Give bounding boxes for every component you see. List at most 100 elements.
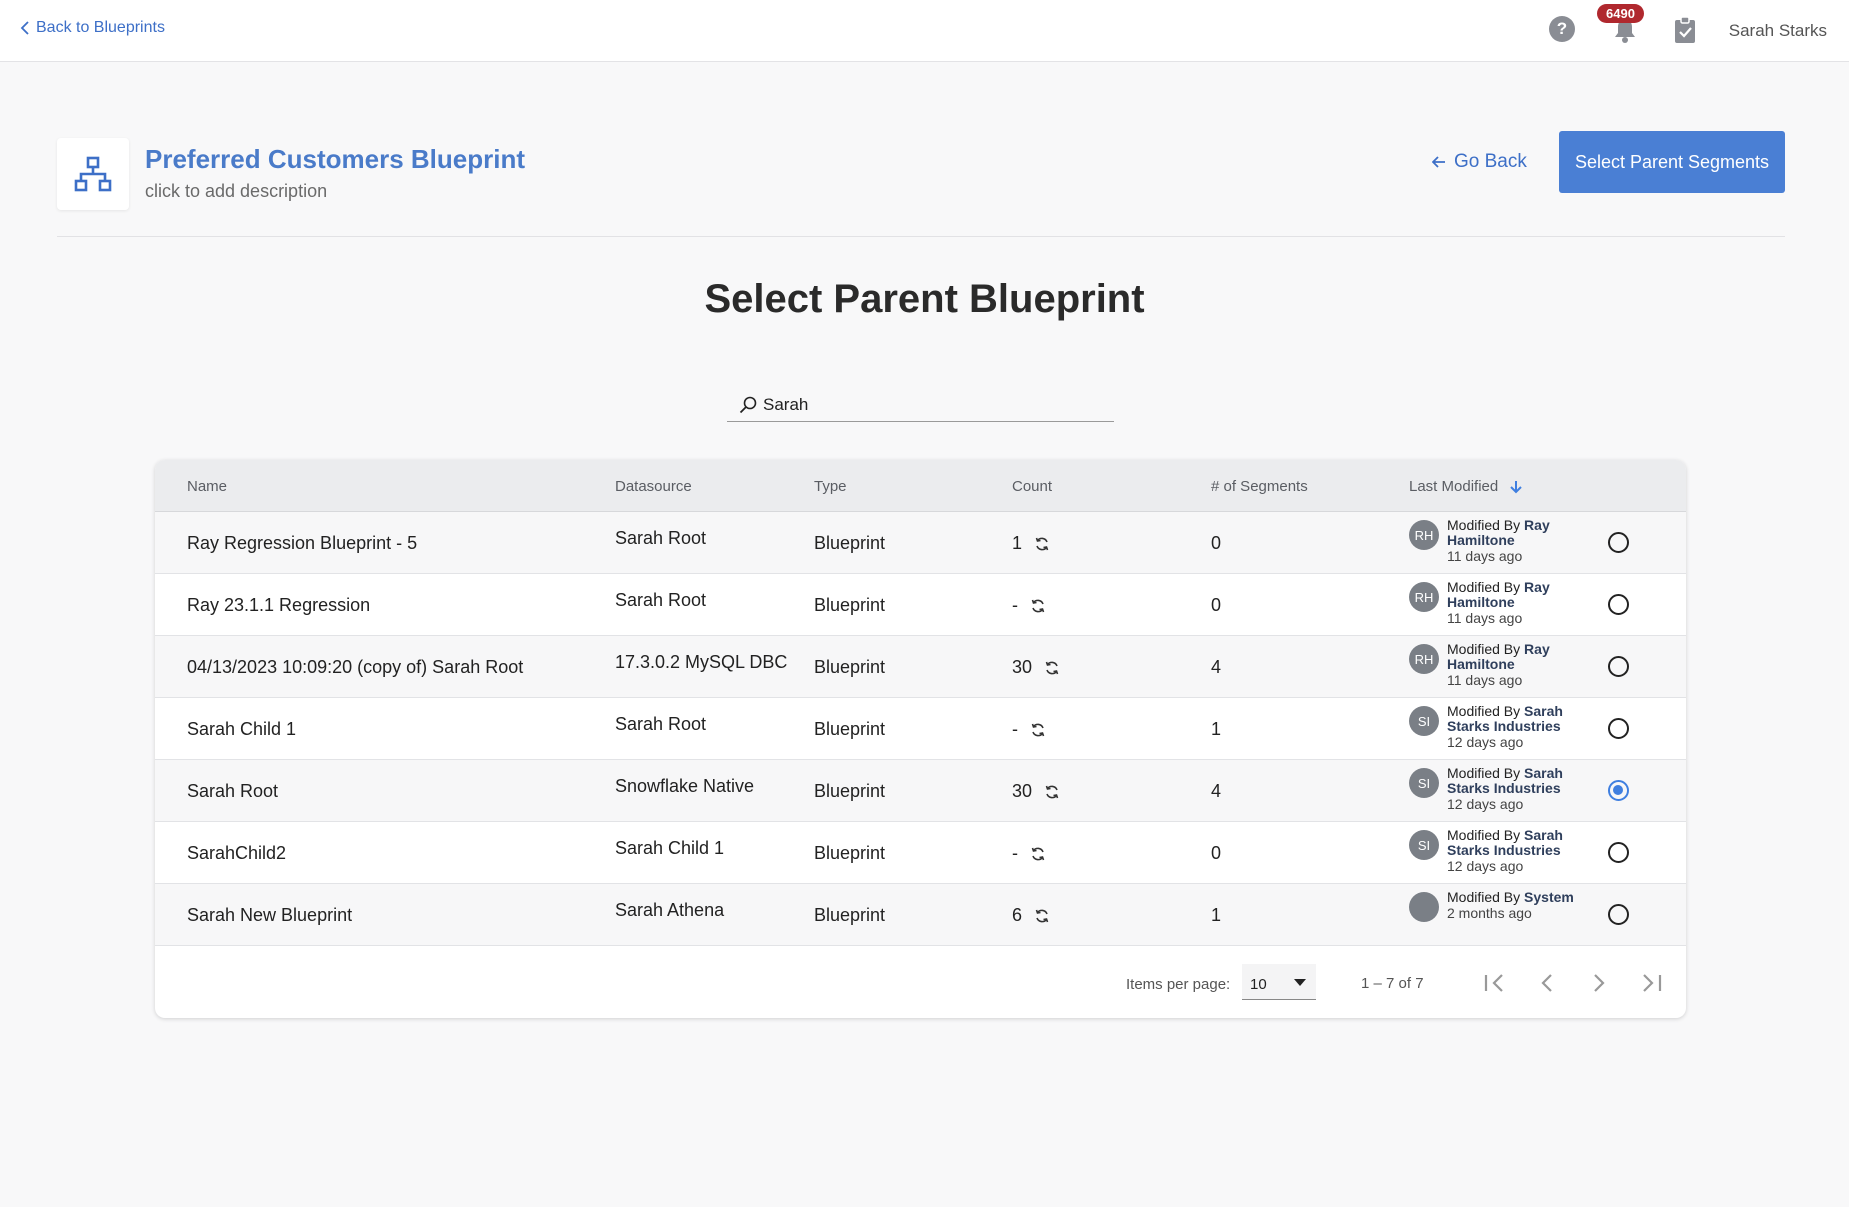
column-header-datasource[interactable]: Datasource <box>615 478 692 495</box>
table-row[interactable]: Sarah Child 1 Sarah Root Blueprint - 1 SI Modi… <box>155 698 1686 760</box>
avatar: RH <box>1409 520 1439 550</box>
header-divider <box>57 236 1785 237</box>
items-per-page-select[interactable]: 10 <box>1242 964 1316 1000</box>
cell-count: 30 <box>1012 657 1060 678</box>
count-value: 1 <box>1012 533 1023 553</box>
modified-time: 12 days ago <box>1447 858 1524 874</box>
items-per-page-value: 10 <box>1250 976 1267 993</box>
column-header-type[interactable]: Type <box>814 478 847 495</box>
refresh-icon[interactable] <box>1034 908 1050 924</box>
cell-last-modified: SI Modified By Sarah Starks Industries 12 … <box>1409 704 1597 750</box>
modified-by-prefix: Modified By <box>1447 889 1525 905</box>
go-back-link[interactable]: Go Back <box>1432 151 1527 173</box>
blueprint-description[interactable]: click to add description <box>145 181 327 202</box>
next-page-icon[interactable] <box>1586 970 1612 996</box>
blueprint-title[interactable]: Preferred Customers Blueprint <box>145 144 525 175</box>
cell-name: Sarah Root <box>187 781 279 801</box>
modified-by-text: Modified By Sarah Starks Industries <box>1447 766 1597 796</box>
cell-segments: 1 <box>1211 905 1222 925</box>
column-header-count[interactable]: Count <box>1012 478 1052 495</box>
refresh-icon[interactable] <box>1044 660 1060 676</box>
modified-by-text: Modified By Sarah Starks Industries <box>1447 704 1597 734</box>
row-select-radio[interactable] <box>1608 656 1629 677</box>
modified-by-user: System <box>1524 889 1574 905</box>
table-row[interactable]: 04/13/2023 10:09:20 (copy of) Sarah Root… <box>155 636 1686 698</box>
cell-datasource: Sarah Root <box>615 590 707 610</box>
help-icon[interactable]: ? <box>1549 16 1575 42</box>
last-page-icon[interactable] <box>1638 970 1664 996</box>
modified-time: 12 days ago <box>1447 796 1524 812</box>
row-select-radio[interactable] <box>1608 532 1629 553</box>
modified-by-text: Modified By Ray Hamiltone <box>1447 518 1597 548</box>
cell-name: Sarah New Blueprint <box>187 905 353 925</box>
cell-last-modified: RH Modified By Ray Hamiltone 11 days ago <box>1409 580 1597 626</box>
count-value: 30 <box>1012 781 1033 801</box>
modified-time: 11 days ago <box>1447 548 1523 564</box>
table-row[interactable]: Ray Regression Blueprint - 5 Sarah Root Bl… <box>155 512 1686 574</box>
caret-down-icon <box>1294 979 1306 986</box>
modified-by-prefix: Modified By <box>1447 517 1525 533</box>
count-value: - <box>1012 595 1018 615</box>
table-row[interactable]: Sarah New Blueprint Sarah Athena Blueprint… <box>155 884 1686 946</box>
last-modified-label: Last Modified <box>1409 478 1499 495</box>
cell-name: Ray Regression Blueprint - 5 <box>187 533 418 553</box>
row-select-radio[interactable] <box>1608 718 1629 739</box>
cell-type: Blueprint <box>814 533 886 553</box>
cell-name: 04/13/2023 10:09:20 (copy of) Sarah Root <box>187 657 524 677</box>
cell-segments: 4 <box>1211 657 1222 677</box>
modified-by-text: Modified By System <box>1447 890 1597 905</box>
search-field[interactable] <box>727 388 1114 422</box>
back-to-blueprints-link[interactable]: Back to Blueprints <box>20 19 165 37</box>
cell-count: - <box>1012 843 1046 864</box>
items-per-page-label: Items per page: <box>1126 976 1231 993</box>
column-header-last-modified[interactable]: Last Modified <box>1409 478 1523 495</box>
column-header-name[interactable]: Name <box>187 478 227 495</box>
user-menu[interactable]: Sarah Starks <box>1729 21 1827 41</box>
refresh-icon[interactable] <box>1034 536 1050 552</box>
avatar <box>1409 892 1439 922</box>
back-link-label: Back to Blueprints <box>36 19 165 36</box>
blueprint-icon-box <box>57 138 129 210</box>
hierarchy-icon <box>74 156 112 192</box>
cell-segments: 4 <box>1211 781 1222 801</box>
search-input[interactable] <box>763 394 1103 415</box>
cell-name: Ray 23.1.1 Regression <box>187 595 371 615</box>
cell-count: 6 <box>1012 905 1050 926</box>
cell-type: Blueprint <box>814 781 886 801</box>
cell-name: Sarah Child 1 <box>187 719 297 739</box>
first-page-icon[interactable] <box>1482 970 1508 996</box>
row-select-radio[interactable] <box>1608 594 1629 615</box>
cell-type: Blueprint <box>814 843 886 863</box>
cell-datasource: Sarah Root <box>615 528 707 548</box>
select-parent-segments-button[interactable]: Select Parent Segments <box>1559 131 1785 193</box>
modified-by-prefix: Modified By <box>1447 765 1525 781</box>
cell-count: 1 <box>1012 533 1050 554</box>
previous-page-icon[interactable] <box>1534 970 1560 996</box>
refresh-icon[interactable] <box>1044 784 1060 800</box>
cell-segments: 0 <box>1211 595 1222 615</box>
chevron-left-icon <box>20 21 29 35</box>
modified-time: 11 days ago <box>1447 610 1523 626</box>
column-header-segments[interactable]: # of Segments <box>1211 478 1308 495</box>
go-back-label: Go Back <box>1454 151 1527 172</box>
cell-last-modified: RH Modified By Ray Hamiltone 11 days ago <box>1409 642 1597 688</box>
count-value: - <box>1012 843 1018 863</box>
modified-by-prefix: Modified By <box>1447 641 1525 657</box>
row-select-radio[interactable] <box>1608 780 1629 801</box>
table-row[interactable]: SarahChild2 Sarah Child 1 Blueprint - 0 SI Mod… <box>155 822 1686 884</box>
sort-descending-icon[interactable] <box>1510 480 1523 494</box>
row-select-radio[interactable] <box>1608 904 1629 925</box>
count-value: 6 <box>1012 905 1023 925</box>
modified-by-prefix: Modified By <box>1447 827 1525 843</box>
table-row[interactable]: Sarah Root Snowflake Native Blueprint 30 4 SI… <box>155 760 1686 822</box>
search-icon <box>739 396 757 413</box>
paginator: Items per page: 10 1 – 7 of 7 <box>155 946 1686 1018</box>
modified-by-prefix: Modified By <box>1447 703 1525 719</box>
refresh-icon[interactable] <box>1030 598 1046 614</box>
avatar: SI <box>1409 830 1439 860</box>
refresh-icon[interactable] <box>1030 722 1046 738</box>
refresh-icon[interactable] <box>1030 846 1046 862</box>
table-row[interactable]: Ray 23.1.1 Regression Sarah Root Blueprint… <box>155 574 1686 636</box>
row-select-radio[interactable] <box>1608 842 1629 863</box>
clipboard-check-icon[interactable] <box>1673 16 1697 44</box>
